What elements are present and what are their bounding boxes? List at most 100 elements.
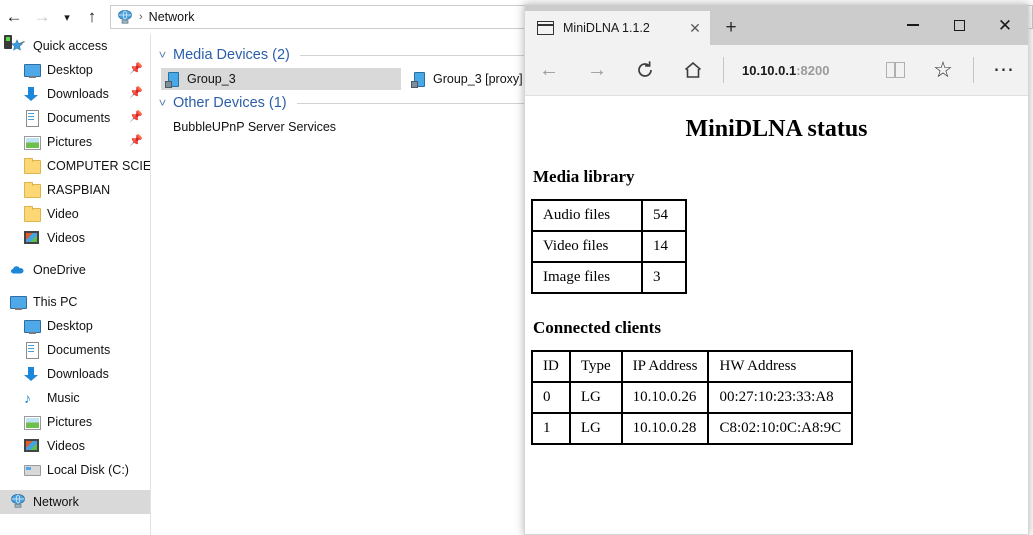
sidebar-item-videos[interactable]: Videos [0,226,150,250]
back-icon[interactable]: ← [525,46,573,94]
media-row-label: Image files [532,262,642,293]
client-id: 1 [532,413,570,444]
chevron-down-icon[interactable]: ˅ [159,96,167,110]
sidebar-item-this-pc[interactable]: This PC [0,290,150,314]
media-library-heading: Media library [533,167,635,186]
address-bar[interactable]: 10.10.0.1:8200 [730,55,871,85]
sidebar-item-pc-music[interactable]: ♪ Music [0,386,150,410]
sidebar-item-pc-desktop[interactable]: Desktop [0,314,150,338]
sidebar-item-pc-pictures[interactable]: Pictures [0,410,150,434]
table-row: Audio files 54 [532,200,686,231]
maximize-icon[interactable] [936,5,982,45]
pin-icon[interactable]: 📌 [129,136,143,147]
sidebar-item-label: Desktop [47,319,93,333]
sidebar-item-label: COMPUTER SCIENCE [47,159,150,173]
refresh-icon[interactable] [621,46,669,94]
sidebar-item-label: Documents [47,111,111,125]
close-icon[interactable]: ✕ [686,20,704,37]
sidebar-item-label: Pictures [47,135,93,149]
minimize-icon[interactable] [890,5,936,45]
device-item-group3-proxy[interactable]: Group_3 [proxy] [407,68,531,90]
sidebar-item-pc-documents[interactable]: Documents [0,338,150,362]
sidebar-item-quick-access[interactable]: Quick access [0,34,150,58]
download-icon [24,366,40,382]
chevron-down-icon[interactable]: ˅ [159,48,167,62]
folder-icon [24,206,41,222]
cloud-icon [10,262,26,278]
forward-icon[interactable]: → [573,46,621,94]
client-ip: 10.10.0.26 [621,382,709,413]
column-header-type: Type [569,351,622,382]
sidebar-item-video[interactable]: Video [0,202,150,226]
close-icon[interactable]: ✕ [982,5,1028,45]
pin-icon[interactable]: 📌 [129,88,143,99]
sidebar-item-raspbian[interactable]: RASPBIAN [0,178,150,202]
sidebar-item-label: Quick access [33,39,108,53]
media-device-icon [165,71,181,88]
media-library-table: Audio files 54 Video files 14 Image file… [531,199,687,294]
breadcrumb-separator: › [139,11,143,23]
sidebar-item-downloads[interactable]: Downloads 📌 [0,82,150,106]
sidebar-item-network[interactable]: Network [0,490,150,514]
window-controls: ✕ [890,5,1028,45]
pin-icon[interactable]: 📌 [129,64,143,75]
sidebar-item-label: Network [33,495,79,509]
group-title: Other Devices (1) [173,95,287,111]
star-icon[interactable]: ☆ [919,46,967,94]
forward-icon[interactable]: → [28,2,56,32]
device-item-group3[interactable]: Group_3 [161,68,401,90]
sidebar-item-label: Pictures [47,415,93,429]
sidebar-item-local-disk-c[interactable]: Local Disk (C:) [0,458,150,482]
media-row-value: 3 [642,262,686,293]
home-icon[interactable] [669,46,717,94]
folder-icon [24,158,41,174]
back-icon[interactable]: ← [0,2,28,32]
navigation-sidebar[interactable]: Quick access Desktop 📌 Downloads 📌 Docum… [0,34,151,535]
table-row: Video files 14 [532,231,686,262]
sidebar-item-label: Documents [47,343,111,357]
sidebar-item-label: Video [47,207,79,221]
client-hw: C8:02:10:0C:A8:9C [708,413,853,444]
device-label: Group_3 [187,72,236,86]
sidebar-item-documents[interactable]: Documents 📌 [0,106,150,130]
pin-icon[interactable]: 📌 [129,112,143,123]
document-icon [24,342,40,359]
media-row-value: 14 [642,231,686,262]
table-header-row: ID Type IP Address HW Address [532,351,853,382]
ellipsis-icon[interactable]: ⋯ [980,46,1028,94]
client-type: LG [569,382,622,413]
music-note-icon: ♪ [24,390,31,406]
tab-title: MiniDLNA 1.1.2 [563,21,650,35]
divider [973,57,974,83]
url-port: :8200 [796,62,830,78]
monitor-icon [24,62,41,78]
new-tab-button[interactable]: + [710,11,752,45]
sidebar-item-label: Local Disk (C:) [47,463,129,477]
download-icon [24,86,40,102]
star-pin-icon [10,38,26,54]
sidebar-item-label: Music [47,391,80,405]
sidebar-item-onedrive[interactable]: OneDrive [0,258,150,282]
table-row: 1 LG 10.10.0.28 C8:02:10:0C:A8:9C [532,413,853,444]
chevron-down-icon[interactable]: ▾ [56,2,78,32]
sidebar-item-pc-downloads[interactable]: Downloads [0,362,150,386]
sidebar-item-label: Downloads [47,367,109,381]
client-hw: 00:27:10:23:33:A8 [708,382,853,413]
column-header-ip-address: IP Address [621,351,709,382]
browser-titlebar: MiniDLNA 1.1.2 ✕ + ✕ [525,5,1028,45]
sidebar-item-pc-videos[interactable]: Videos [0,434,150,458]
table-row: Image files 3 [532,262,686,293]
sidebar-item-computer-science[interactable]: COMPUTER SCIENCE [0,154,150,178]
browser-tab[interactable]: MiniDLNA 1.1.2 ✕ [525,11,710,45]
url-host: 10.10.0.1 [742,62,797,78]
network-icon [117,10,133,24]
sidebar-item-desktop[interactable]: Desktop 📌 [0,58,150,82]
media-row-label: Video files [532,231,642,262]
divider [723,57,724,83]
media-device-icon [411,71,427,88]
sidebar-item-pictures[interactable]: Pictures 📌 [0,130,150,154]
sidebar-item-label: Desktop [47,63,93,77]
book-icon[interactable] [871,46,919,94]
up-icon[interactable]: ↑ [78,2,106,32]
